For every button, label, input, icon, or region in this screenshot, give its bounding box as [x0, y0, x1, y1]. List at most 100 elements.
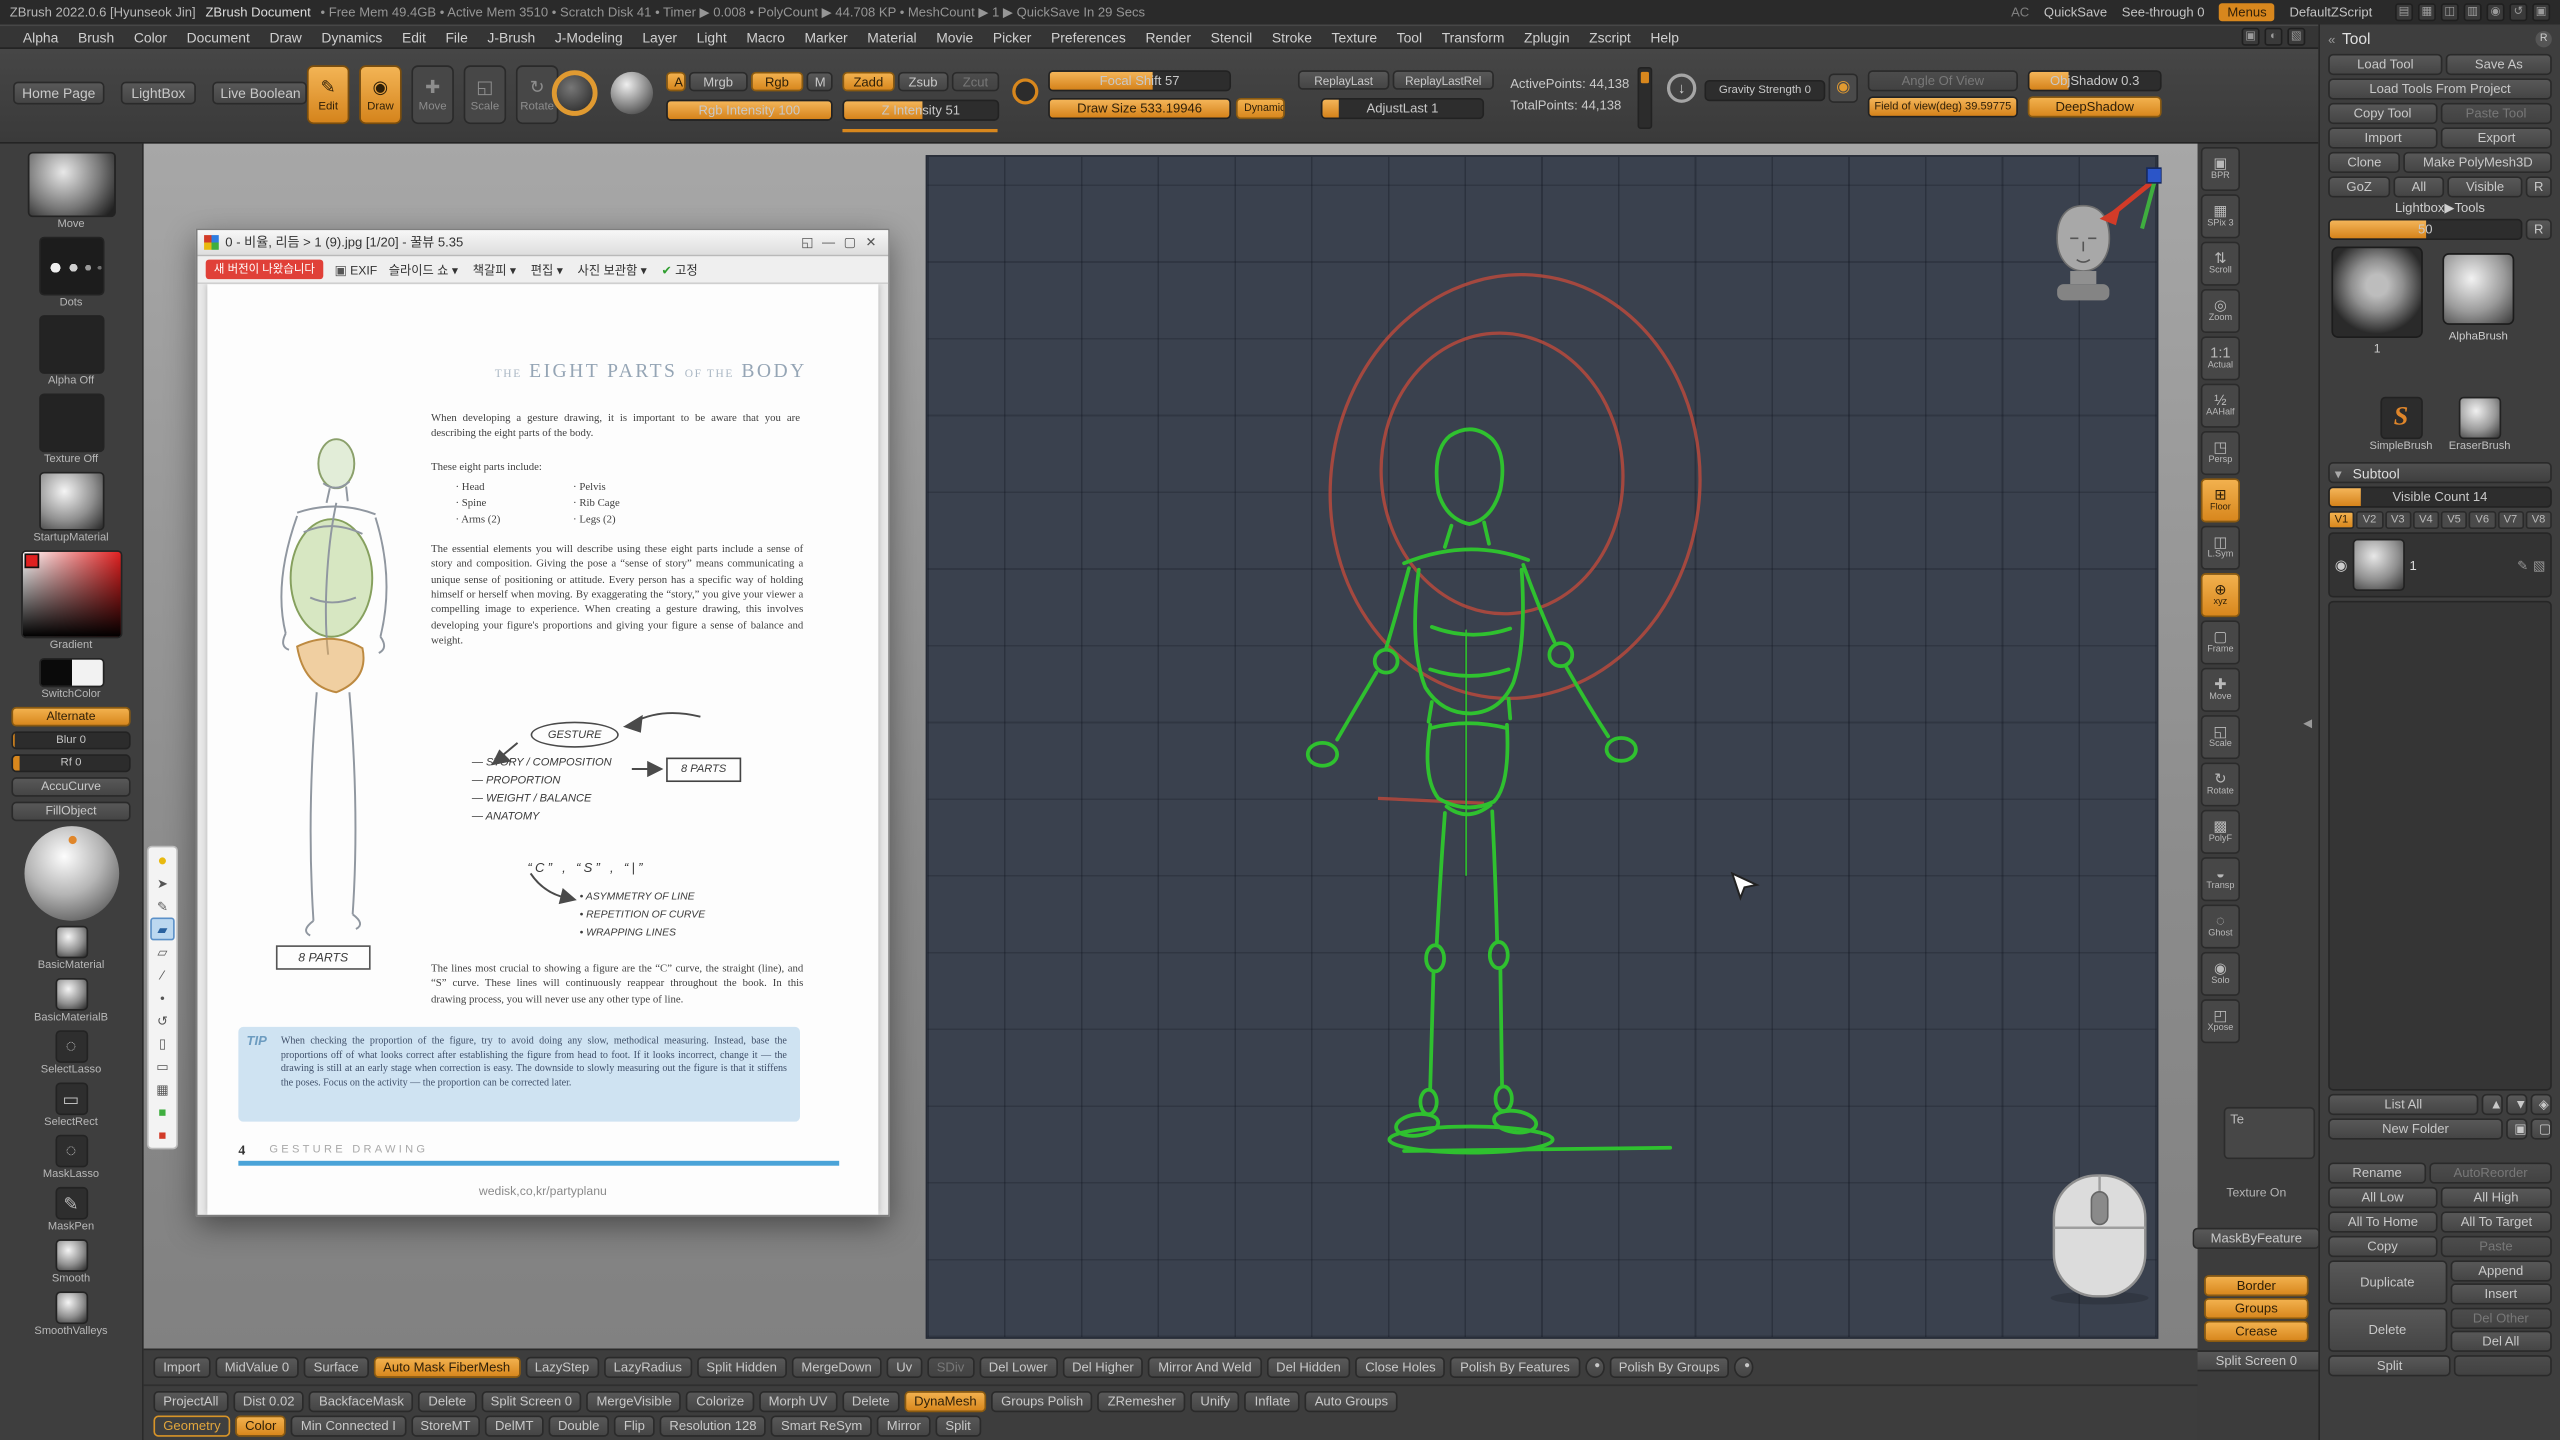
split-screen-button[interactable]: Split Screen 0 [2189, 1350, 2323, 1371]
tool-button[interactable]: Make PolyMesh3D [2404, 152, 2552, 173]
left-tray-thumbnail[interactable] [38, 658, 103, 687]
tool-button[interactable]: Copy Tool [2328, 103, 2437, 124]
bottom-shelf-button[interactable]: Smart ReSym [771, 1415, 872, 1436]
subtool-action-button[interactable]: Rename [2328, 1162, 2426, 1183]
subtool-action-button[interactable]: All Low [2328, 1187, 2437, 1208]
bottom-shelf-button[interactable]: Split Screen 0 [481, 1390, 582, 1411]
subtool-action-button[interactable]: List All [2328, 1094, 2478, 1115]
rf-slider[interactable]: Rf 0 Rf 0 Rf 0 [11, 754, 130, 772]
subtool-view-tab[interactable]: V6 [2469, 511, 2496, 529]
subtool-thumbnail[interactable] [2352, 539, 2404, 591]
subtool-action-button[interactable]: All High [2440, 1187, 2552, 1208]
split-button[interactable]: Split [2328, 1355, 2451, 1376]
draw-size-slider[interactable]: Draw Size 533.19946 [1048, 98, 1231, 119]
replay-last-button[interactable]: ReplayLast [1298, 70, 1389, 90]
subtool-action-button[interactable]: Paste [2440, 1236, 2552, 1257]
r-button[interactable]: R [2526, 219, 2552, 240]
menubar-icon[interactable]: ▧ [2287, 28, 2305, 46]
bottom-shelf-button[interactable]: Del Lower [979, 1357, 1057, 1378]
subtool-view-tab[interactable]: V2 [2356, 511, 2383, 529]
viewer-menu-item[interactable]: 편집 ▾ [531, 260, 563, 278]
left-tray-thumbnail[interactable] [55, 1082, 88, 1115]
scale-mode-button[interactable]: ◱ Scale [464, 65, 506, 124]
left-tray-thumbnail[interactable] [20, 550, 121, 638]
line-tool-icon[interactable]: ∕ [150, 963, 174, 986]
shortcut-masklasso[interactable]: MaskLasso MaskLasso MaskLasso [11, 1135, 130, 1182]
material-preview[interactable] [11, 826, 130, 921]
tool-button[interactable]: All [2393, 176, 2444, 197]
bottom-shelf-button[interactable]: Split [936, 1415, 981, 1436]
groups-button[interactable]: Groups [2204, 1298, 2308, 1319]
bottom-shelf-button[interactable]: StoreMT [411, 1415, 481, 1436]
angle-of-view-button[interactable]: Angle Of View [1868, 70, 2018, 91]
subtool-action-button[interactable]: AutoReorder [2429, 1162, 2552, 1183]
palette-tool-icon[interactable]: ▦ [150, 1078, 174, 1101]
bottom-shelf-button[interactable]: DynaMesh [904, 1390, 986, 1411]
bottom-shelf-button[interactable]: MergeDown [792, 1357, 882, 1378]
viewer-menu-item[interactable]: 책갈피 ▾ [473, 260, 516, 278]
update-notice-button[interactable]: 새 버전이 나왔습니다 [206, 260, 323, 280]
bottom-shelf-button[interactable]: Colorize [686, 1390, 753, 1411]
menu-item[interactable]: Help [1641, 29, 1689, 45]
subtool-view-tab[interactable]: V5 [2441, 511, 2468, 529]
paint-mode-button[interactable]: Mrgb [689, 72, 747, 92]
shortcut-basicmaterial[interactable]: BasicMaterial BasicMaterial BasicMateria… [11, 926, 130, 973]
paint-mode-button[interactable]: M [807, 72, 833, 92]
bottom-shelf-button[interactable]: ProjectAll [153, 1390, 228, 1411]
transp-button[interactable]: ◒ Transp [2201, 857, 2240, 901]
menubar-icon[interactable]: ▣ [2242, 28, 2260, 46]
lightbox-button[interactable]: LightBox [121, 82, 196, 105]
visible-count-slider[interactable]: Visible Count 14 [2328, 487, 2552, 508]
delete-button[interactable]: Delete [2328, 1308, 2446, 1352]
menu-item[interactable]: Material [857, 29, 926, 45]
tool-button[interactable]: Visible [2448, 176, 2523, 197]
paint-mode-button[interactable]: A [666, 72, 686, 92]
spix-slider[interactable]: ▦ SPix 3 [2201, 194, 2240, 238]
subtool-list-empty[interactable] [2328, 601, 2552, 1091]
left-tray-thumbnail[interactable] [55, 1187, 88, 1220]
menu-item[interactable]: J-Modeling [545, 29, 632, 45]
collapse-icon[interactable]: « [2328, 32, 2335, 47]
canvas-area[interactable]: 0 - 비율, 리듬 > 1 (9).jpg [1/20] - 꿀뷰 5.35 … [144, 144, 2198, 1349]
eraserbrush-item[interactable]: EraserBrush [2449, 397, 2511, 453]
left-tray-thumbnail[interactable] [38, 237, 103, 296]
subtool-view-tab[interactable]: V1 [2328, 511, 2355, 529]
menu-item[interactable]: Movie [926, 29, 983, 45]
current-tool-thumbnail[interactable] [2331, 247, 2422, 338]
subtool-view-tab[interactable]: V3 [2384, 511, 2411, 529]
viewer-menu-item[interactable]: 고정 [662, 260, 698, 278]
bottom-shelf-button[interactable]: Mirror [877, 1415, 931, 1436]
menu-item[interactable]: Macro [737, 29, 795, 45]
document-viewport[interactable] [926, 155, 2159, 1339]
subtool-row[interactable]: ◉ 1 ✎▧ [2330, 534, 2550, 596]
bottom-shelf-button[interactable]: LazyRadius [604, 1357, 692, 1378]
menu-item[interactable]: Light [687, 29, 737, 45]
viewer-menu-item[interactable]: 슬라이드 쇼 ▾ [389, 260, 458, 278]
undo-tool-icon[interactable]: ↺ [150, 1009, 174, 1032]
menu-item[interactable]: Marker [795, 29, 858, 45]
menu-item[interactable]: Texture [1322, 29, 1387, 45]
left-tray-thumbnail[interactable] [27, 152, 115, 217]
menu-item[interactable]: Preferences [1041, 29, 1135, 45]
eraser-tool-icon[interactable]: ▯ [150, 1032, 174, 1055]
tool-button[interactable]: Save As [2446, 54, 2552, 75]
field-of-view-slider[interactable]: Field of view(deg) 39.59775 [1868, 96, 2018, 117]
rotate-3d-button[interactable]: ↻ Rotate [2201, 762, 2240, 806]
tray-collapse-arrow[interactable]: ◄ [2300, 715, 2315, 731]
menu-item[interactable]: Picker [983, 29, 1041, 45]
sculpt-mode-button[interactable]: Zcut [952, 72, 999, 92]
left-tray-slider[interactable]: Blur 0 [11, 731, 130, 749]
menus-button[interactable]: Menus [2219, 3, 2275, 21]
xpose-button[interactable]: ◰ Xpose [2201, 999, 2240, 1043]
subtool-action-button[interactable]: ▣ [2506, 1118, 2527, 1139]
split-extra-button[interactable] [2454, 1355, 2551, 1376]
tool-button[interactable]: Import [2328, 127, 2438, 148]
bottom-shelf-button[interactable]: Resolution 128 [660, 1415, 767, 1436]
bottom-shelf-button[interactable]: Unify [1191, 1390, 1240, 1411]
left-tray-thumbnail[interactable] [55, 1030, 88, 1063]
pen-tool-icon[interactable]: ✎ [150, 895, 174, 918]
current-stroke-dots[interactable]: Dots Dots Dots [11, 237, 130, 310]
home-page-button[interactable]: Home Page [13, 82, 104, 105]
bottom-shelf-button[interactable]: Mirror And Weld [1148, 1357, 1261, 1378]
frame-button[interactable]: ▢ Frame [2201, 620, 2240, 664]
